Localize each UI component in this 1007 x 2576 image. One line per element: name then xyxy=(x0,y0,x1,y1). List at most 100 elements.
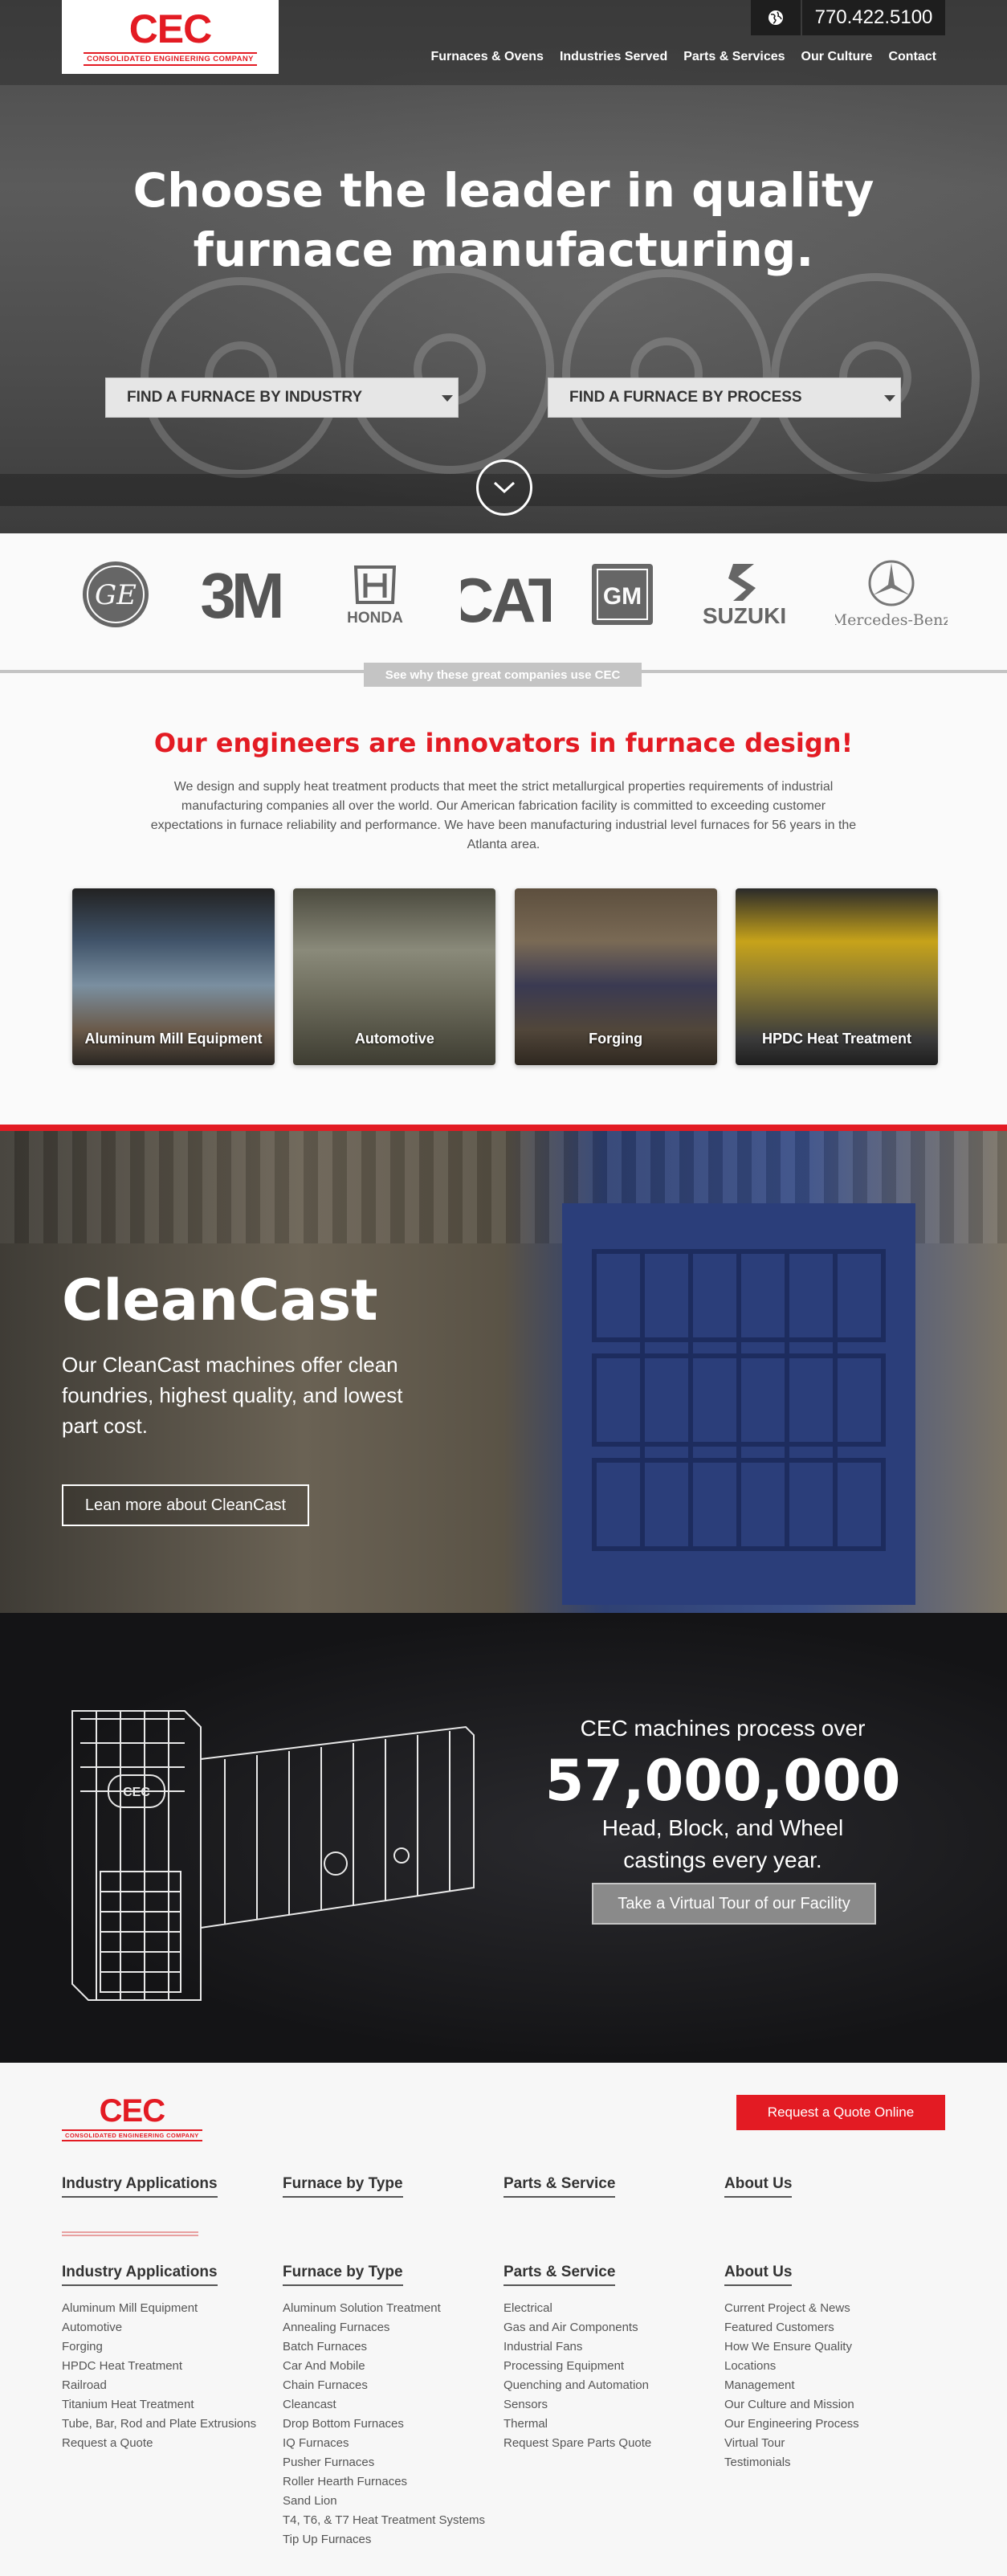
why-companies-use-cec-link[interactable]: See why these great companies use CEC xyxy=(364,663,642,687)
footer-link[interactable]: Gas and Air Components xyxy=(503,2318,724,2337)
footer-heading: About Us xyxy=(724,2264,793,2286)
footer-link[interactable]: Tip Up Furnaces xyxy=(283,2530,503,2549)
client-logos: GE 3M HONDA CAT GM SUZUKI Mercedes-Benz xyxy=(80,559,948,630)
scroll-down-button[interactable] xyxy=(476,459,532,516)
svg-text:GM: GM xyxy=(602,583,641,610)
footer-link[interactable]: Current Project & News xyxy=(724,2299,945,2318)
cleancast-title: CleanCast xyxy=(62,1268,378,1333)
innovators-title: Our engineers are innovators in furnace … xyxy=(153,728,854,758)
ge-logo: GE xyxy=(80,559,151,630)
site-logo[interactable]: CEC CONSOLIDATED ENGINEERING COMPANY xyxy=(62,0,279,74)
footer-link[interactable]: Cleancast xyxy=(283,2395,503,2415)
footer-link[interactable]: Locations xyxy=(724,2357,945,2376)
hero-section: CEC CONSOLIDATED ENGINEERING COMPANY 770… xyxy=(0,0,1007,533)
footer-link[interactable]: Industrial Fans xyxy=(503,2337,724,2357)
virtual-tour-button[interactable]: Take a Virtual Tour of our Facility xyxy=(592,1883,876,1925)
footer-heading[interactable]: Furnace by Type xyxy=(283,2175,403,2198)
hero-title-line-1: Choose the leader in quality xyxy=(132,163,874,218)
footer-link[interactable]: Quenching and Automation xyxy=(503,2376,724,2395)
footer-link[interactable]: Roller Hearth Furnaces xyxy=(283,2472,503,2492)
hero-title-line-2: furnace manufacturing. xyxy=(193,222,814,277)
footer-link[interactable]: Titanium Heat Treatment xyxy=(62,2395,283,2415)
stats-lead: CEC machines process over xyxy=(580,1716,866,1741)
stats-description: Head, Block, and Wheel castings every ye… xyxy=(530,1812,915,1876)
footer-link[interactable]: HPDC Heat Treatment xyxy=(62,2357,283,2376)
footer-link[interactable]: Forging xyxy=(62,2337,283,2357)
stats-desc-line-2: castings every year. xyxy=(623,1847,822,1872)
footer-link[interactable]: Testimonials xyxy=(724,2453,945,2472)
card-label: Aluminum Mill Equipment xyxy=(84,1031,263,1047)
footer-link[interactable]: Electrical xyxy=(503,2299,724,2318)
section-divider xyxy=(0,1125,1007,1131)
footer-link[interactable]: Featured Customers xyxy=(724,2318,945,2337)
furnace-line-drawing: CEC xyxy=(71,1710,475,2001)
nav-industries-served[interactable]: Industries Served xyxy=(560,50,667,64)
industry-select-label: FIND A FURNACE BY INDUSTRY xyxy=(127,389,363,406)
footer-link[interactable]: IQ Furnaces xyxy=(283,2434,503,2453)
clients-section: GE 3M HONDA CAT GM SUZUKI Mercedes-Benz … xyxy=(0,533,1007,699)
svg-text:SUZUKI: SUZUKI xyxy=(703,603,786,628)
footer-link[interactable]: Virtual Tour xyxy=(724,2434,945,2453)
stats-number: 57,000,000 xyxy=(544,1748,901,1814)
footer-faded-logo-strip xyxy=(62,2231,198,2236)
footer-link[interactable]: T4, T6, & T7 Heat Treatment Systems xyxy=(283,2511,503,2530)
phone-number[interactable]: 770.422.5100 xyxy=(802,0,945,35)
footer-link[interactable]: Car And Mobile xyxy=(283,2357,503,2376)
footer-link[interactable]: Aluminum Mill Equipment xyxy=(62,2299,283,2318)
footer-col-about-us: About Us Current Project & News Featured… xyxy=(724,2264,945,2549)
footer-col-furnace-by-type: Furnace by Type Aluminum Solution Treatm… xyxy=(283,2264,503,2549)
footer-link[interactable]: Our Culture and Mission xyxy=(724,2395,945,2415)
nav-parts-services[interactable]: Parts & Services xyxy=(683,50,785,64)
footer-link[interactable]: Request a Quote xyxy=(62,2434,283,2453)
innovators-text: We design and supply heat treatment prod… xyxy=(150,780,857,851)
industry-cards: Aluminum Mill Equipment Automotive Forgi… xyxy=(72,888,938,1065)
card-automotive[interactable]: Automotive xyxy=(293,888,496,1065)
footer-link[interactable]: Drop Bottom Furnaces xyxy=(283,2415,503,2434)
footer-link[interactable]: Aluminum Solution Treatment xyxy=(283,2299,503,2318)
footer-link[interactable]: Sensors xyxy=(503,2395,724,2415)
globe-icon[interactable] xyxy=(751,0,801,35)
chevron-down-icon xyxy=(437,378,458,418)
footer-columns: Industry Applications Aluminum Mill Equi… xyxy=(62,2264,945,2549)
card-hpdc-heat-treatment[interactable]: HPDC Heat Treatment xyxy=(735,888,938,1065)
footer-heading[interactable]: Industry Applications xyxy=(62,2175,218,2198)
footer-link[interactable]: Our Engineering Process xyxy=(724,2415,945,2434)
card-forging[interactable]: Forging xyxy=(514,888,717,1065)
nav-our-culture[interactable]: Our Culture xyxy=(801,50,873,64)
footer-link[interactable]: Batch Furnaces xyxy=(283,2337,503,2357)
footer-heading[interactable]: Parts & Service xyxy=(503,2175,616,2198)
footer-link[interactable]: How We Ensure Quality xyxy=(724,2337,945,2357)
footer-link[interactable]: Pusher Furnaces xyxy=(283,2453,503,2472)
footer-link[interactable]: Management xyxy=(724,2376,945,2395)
footer-link[interactable]: Tube, Bar, Rod and Plate Extrusions xyxy=(62,2415,283,2434)
footer-link[interactable]: Thermal xyxy=(503,2415,724,2434)
cleancast-section: CleanCast Our CleanCast machines offer c… xyxy=(0,1131,1007,1613)
footer-top-headings: Industry Applications Furnace by Type Pa… xyxy=(62,2175,945,2211)
footer-link[interactable]: Railroad xyxy=(62,2376,283,2395)
footer-heading: Industry Applications xyxy=(62,2264,218,2286)
nav-furnaces-ovens[interactable]: Furnaces & Ovens xyxy=(430,50,544,64)
footer-link[interactable]: Request Spare Parts Quote xyxy=(503,2434,724,2453)
footer-col-parts-service: Parts & Service Electrical Gas and Air C… xyxy=(503,2264,724,2549)
chevron-down-icon xyxy=(879,378,900,418)
cat-logo: CAT xyxy=(461,559,551,630)
process-select[interactable]: FIND A FURNACE BY PROCESS xyxy=(548,378,901,418)
footer-logo[interactable]: CEC CONSOLIDATED ENGINEERING COMPANY xyxy=(62,2095,202,2141)
card-label: HPDC Heat Treatment xyxy=(761,1031,911,1047)
footer-heading[interactable]: About Us xyxy=(724,2175,793,2198)
footer-link[interactable]: Processing Equipment xyxy=(503,2357,724,2376)
card-label: Automotive xyxy=(354,1031,434,1047)
industry-select[interactable]: FIND A FURNACE BY INDUSTRY xyxy=(105,378,459,418)
footer-link[interactable]: Sand Lion xyxy=(283,2492,503,2511)
footer-link[interactable]: Annealing Furnaces xyxy=(283,2318,503,2337)
gm-logo: GM xyxy=(590,559,654,630)
suzuki-logo: SUZUKI xyxy=(693,559,796,630)
footer-link[interactable]: Automotive xyxy=(62,2318,283,2337)
cleancast-learn-more-button[interactable]: Lean more about CleanCast xyxy=(62,1484,309,1526)
main-nav: Furnaces & Ovens Industries Served Parts… xyxy=(430,50,936,64)
request-quote-button[interactable]: Request a Quote Online xyxy=(736,2095,945,2130)
footer-link[interactable]: Chain Furnaces xyxy=(283,2376,503,2395)
card-aluminum-mill-equipment[interactable]: Aluminum Mill Equipment xyxy=(72,888,275,1065)
nav-contact[interactable]: Contact xyxy=(888,50,936,64)
3m-logo: 3M xyxy=(190,559,290,630)
